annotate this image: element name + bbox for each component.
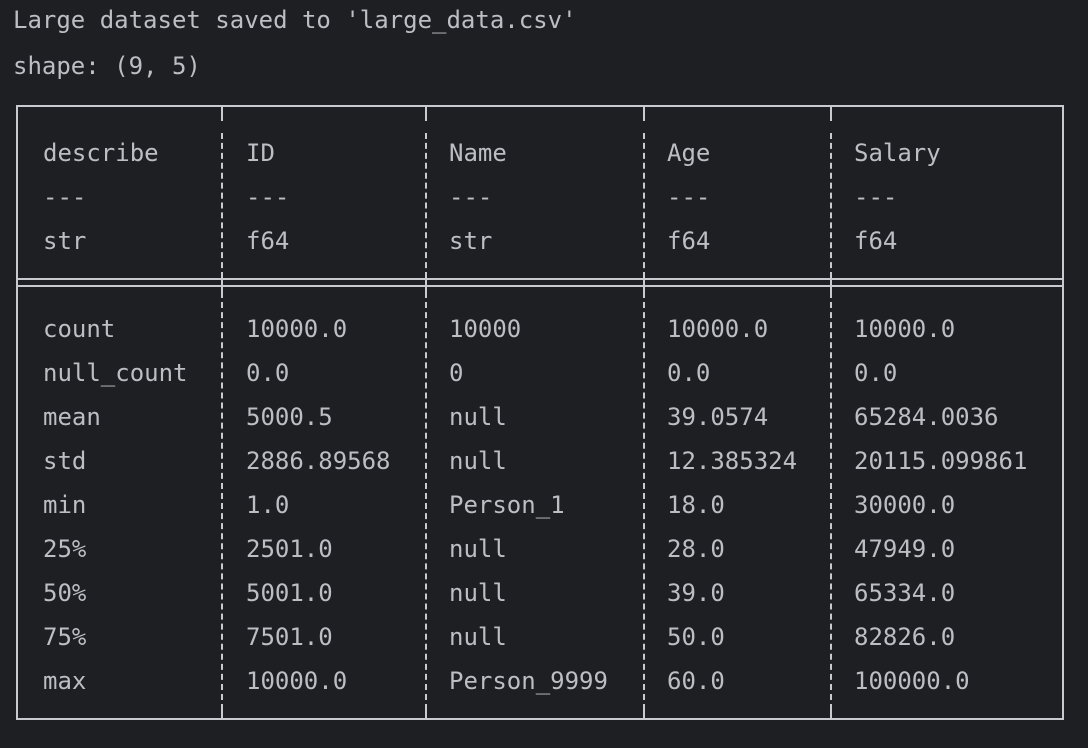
header-column-name: Name — [449, 139, 507, 167]
header-divider — [16, 285, 1064, 287]
row-label: 25% — [43, 535, 87, 563]
row-label: std — [43, 447, 87, 475]
row-label: 50% — [43, 579, 87, 607]
table-cell: Person_9999 — [449, 667, 608, 695]
column-separator — [830, 133, 832, 278]
header-separator: --- — [667, 183, 711, 211]
header-dtype: f64 — [246, 227, 290, 255]
column-separator — [643, 292, 645, 700]
border-tick — [830, 105, 832, 121]
table-cell: 60.0 — [667, 667, 725, 695]
border-tick — [425, 704, 427, 720]
border-tick — [425, 105, 427, 121]
row-label: null_count — [43, 359, 188, 387]
table-cell: 0.0 — [667, 359, 711, 387]
table-cell: null — [449, 535, 507, 563]
column-separator — [830, 292, 832, 700]
header-column-name: Age — [667, 139, 711, 167]
table-cell: 10000.0 — [246, 667, 348, 695]
column-separator — [643, 133, 645, 278]
table-cell: null — [449, 579, 507, 607]
table-cell: 50.0 — [667, 623, 725, 651]
table-cell: 30000.0 — [854, 491, 956, 519]
table-cell: 5000.5 — [246, 403, 333, 431]
header-column-name: Salary — [854, 139, 941, 167]
table-cell: 10000.0 — [854, 315, 956, 343]
header-separator: --- — [246, 183, 290, 211]
row-label: count — [43, 315, 116, 343]
column-separator — [221, 292, 223, 700]
header-dtype: f64 — [667, 227, 711, 255]
header-dtype: f64 — [854, 227, 898, 255]
table-cell: 12.385324 — [667, 447, 798, 475]
save-message: Large dataset saved to 'large_data.csv' — [13, 6, 577, 34]
table-cell: 47949.0 — [854, 535, 956, 563]
header-divider — [16, 278, 1064, 280]
row-label: mean — [43, 403, 101, 431]
border-tick — [221, 105, 223, 121]
table-cell: 5001.0 — [246, 579, 333, 607]
table-cell: 39.0574 — [667, 403, 769, 431]
border-tick — [221, 704, 223, 720]
table-cell: 65334.0 — [854, 579, 956, 607]
row-label: max — [43, 667, 87, 695]
table-cell: 18.0 — [667, 491, 725, 519]
table-cell: 10000.0 — [246, 315, 348, 343]
border-tick — [425, 272, 427, 292]
border-tick — [830, 272, 832, 292]
header-column-name: ID — [246, 139, 275, 167]
border-tick — [643, 704, 645, 720]
border-tick — [830, 704, 832, 720]
table-cell: 10000 — [449, 315, 522, 343]
table-cell: 39.0 — [667, 579, 725, 607]
header-column-name: describe — [43, 139, 159, 167]
border-tick — [221, 272, 223, 292]
table-cell: 2501.0 — [246, 535, 333, 563]
table-cell: 1.0 — [246, 491, 290, 519]
table-cell: null — [449, 447, 507, 475]
header-separator: --- — [449, 183, 493, 211]
header-dtype: str — [449, 227, 493, 255]
table-cell: 7501.0 — [246, 623, 333, 651]
table-cell: 82826.0 — [854, 623, 956, 651]
header-dtype: str — [43, 227, 87, 255]
table-cell: 0.0 — [246, 359, 290, 387]
row-label: min — [43, 491, 87, 519]
table-cell: 2886.89568 — [246, 447, 391, 475]
table-cell: 28.0 — [667, 535, 725, 563]
border-tick — [643, 105, 645, 121]
table-cell: null — [449, 623, 507, 651]
column-separator — [425, 133, 427, 278]
table-cell: 100000.0 — [854, 667, 970, 695]
column-separator — [221, 133, 223, 278]
table-cell: 10000.0 — [667, 315, 769, 343]
header-separator: --- — [854, 183, 898, 211]
column-separator — [425, 292, 427, 700]
table-cell: 20115.099861 — [854, 447, 1028, 475]
header-separator: --- — [43, 183, 87, 211]
shape-line: shape: (9, 5) — [13, 52, 201, 80]
table-cell: 0 — [449, 359, 464, 387]
table-cell: null — [449, 403, 507, 431]
table-cell: 0.0 — [854, 359, 898, 387]
border-tick — [643, 272, 645, 292]
table-cell: 65284.0036 — [854, 403, 999, 431]
row-label: 75% — [43, 623, 87, 651]
table-cell: Person_1 — [449, 491, 565, 519]
